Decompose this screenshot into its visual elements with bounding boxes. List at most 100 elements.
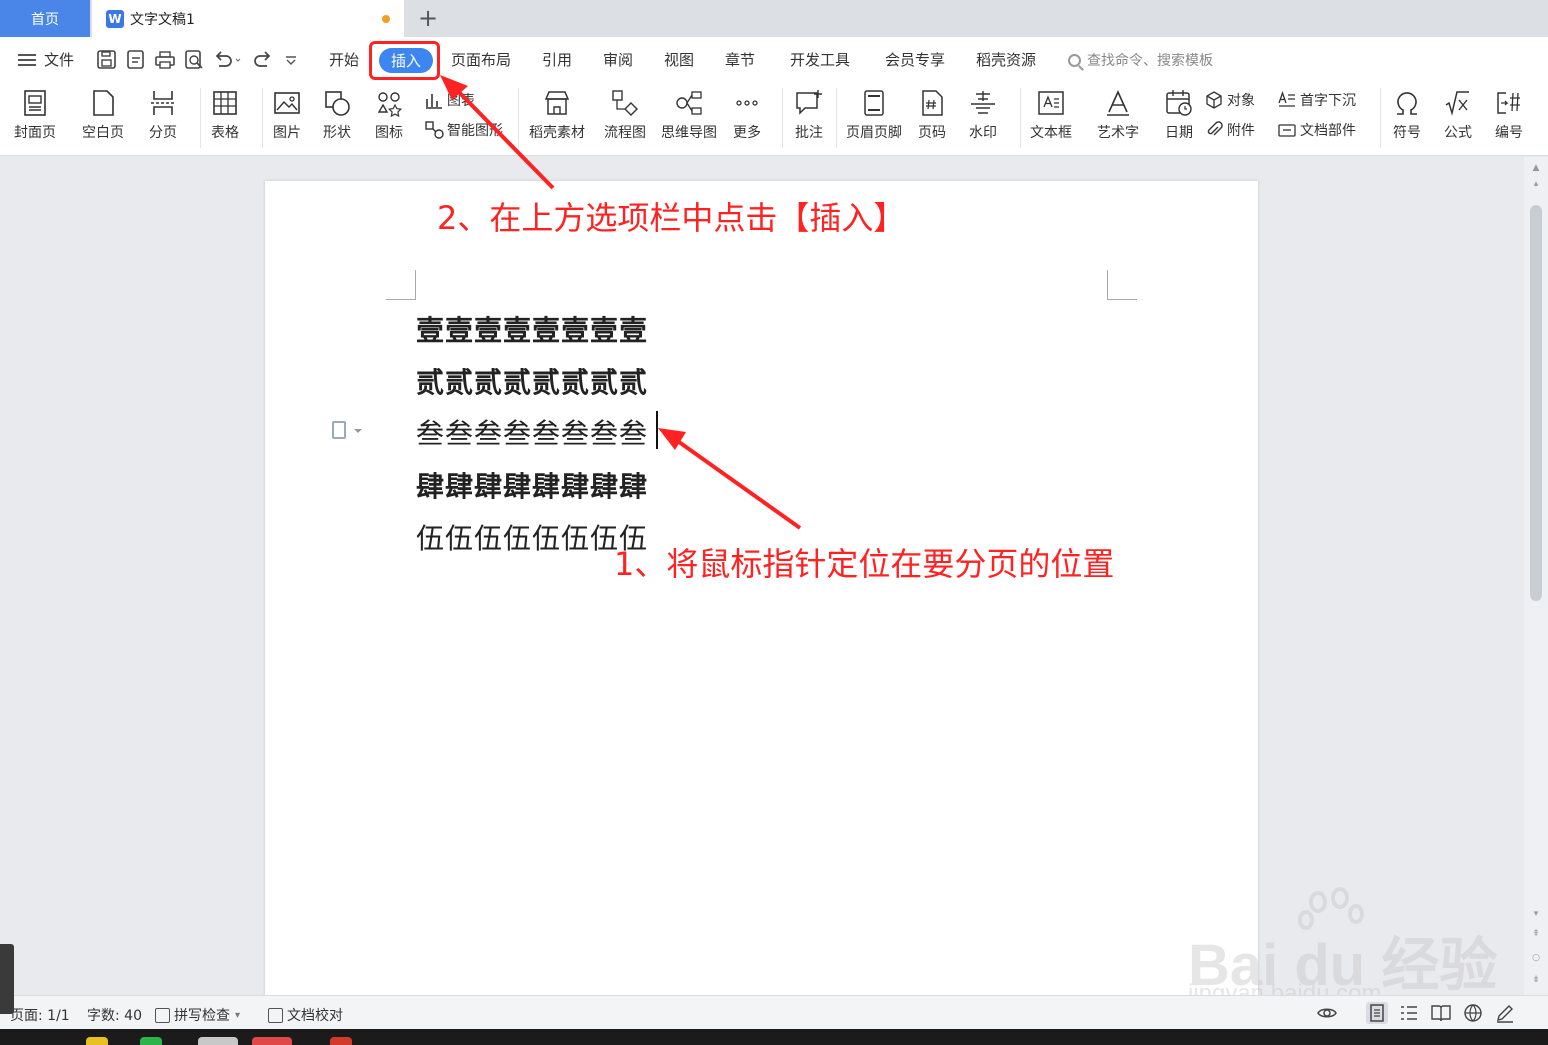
taskbar-app-icon[interactable] (86, 1037, 108, 1045)
flowchart-button[interactable]: 流程图 (604, 88, 646, 142)
document-line-2[interactable]: 贰贰贰贰贰贰贰贰 (416, 361, 648, 401)
unsaved-dot-icon (382, 15, 390, 23)
shape-button[interactable]: 形状 (322, 88, 352, 142)
paragraph-layout-icon[interactable] (332, 421, 362, 439)
date-button[interactable]: 日期 (1164, 88, 1194, 142)
taskbar-app-icon[interactable] (140, 1037, 162, 1045)
blank-page-icon (93, 90, 114, 116)
reading-view-icon[interactable] (1430, 1002, 1452, 1024)
blank-page-label: 空白页 (82, 125, 124, 141)
scroll-top-icon[interactable]: ▲ (1530, 163, 1542, 173)
write-mode-icon[interactable] (1494, 1002, 1516, 1024)
vertical-scrollbar[interactable]: ▲ ▴ ▾ ⇞ ○ ⇟ (1524, 157, 1548, 995)
icons-button[interactable]: 图标 (374, 88, 404, 142)
tab-section[interactable]: 章节 (725, 49, 755, 70)
smartart-button[interactable]: 智能图形 (424, 120, 503, 140)
status-bar: 页面: 1/1 字数: 40 拼写检查 ▾ 文档校对 (0, 995, 1548, 1029)
document-line-1[interactable]: 壹壹壹壹壹壹壹壹 (416, 309, 648, 349)
picture-button[interactable]: 图片 (272, 88, 302, 142)
command-search[interactable]: 查找命令、搜索模板 (1068, 50, 1213, 70)
wordart-icon (1107, 90, 1129, 116)
taskbar-app-icon[interactable] (198, 1037, 238, 1045)
docer-material-button[interactable]: 稻壳素材 (529, 88, 585, 142)
object-cube-icon (1206, 91, 1222, 109)
spellcheck-label: 拼写检查 (174, 1008, 230, 1024)
file-menu-button[interactable]: 文件 (18, 49, 74, 70)
docer-store-icon (544, 91, 570, 115)
taskbar-app-icon[interactable] (252, 1037, 292, 1045)
dropcap-icon (1278, 91, 1295, 107)
symbol-button[interactable]: 符号 (1392, 88, 1422, 142)
page-break-button[interactable]: 分页 (148, 88, 178, 142)
watermark-button[interactable]: 水印 (968, 88, 998, 142)
document-page[interactable] (265, 181, 1258, 995)
shape-icon (325, 91, 350, 116)
formula-button[interactable]: 公式 (1443, 88, 1473, 142)
tab-review[interactable]: 审阅 (603, 49, 633, 70)
writer-doc-icon: W (106, 9, 124, 28)
comment-icon (796, 90, 822, 115)
side-widget[interactable] (0, 944, 14, 1014)
taskbar-app-icon[interactable] (330, 1037, 352, 1045)
proofread-button[interactable]: 文档校对 (268, 1005, 343, 1025)
page-view-icon[interactable] (1366, 1002, 1388, 1024)
export-pdf-icon[interactable] (125, 50, 147, 70)
object-button[interactable]: 对象 (1204, 90, 1255, 110)
web-view-icon[interactable] (1462, 1002, 1484, 1024)
more-button[interactable]: 更多 (732, 88, 762, 142)
blank-page-button[interactable]: 空白页 (82, 88, 124, 142)
tab-view[interactable]: 视图 (664, 49, 694, 70)
attachment-button[interactable]: 附件 (1204, 120, 1255, 140)
document-line-3[interactable]: 叁叁叁叁叁叁叁叁 (416, 412, 648, 452)
scroll-up-icon[interactable]: ▴ (1530, 179, 1542, 189)
prev-page-icon[interactable]: ⇞ (1530, 929, 1542, 939)
mindmap-button[interactable]: 思维导图 (661, 88, 717, 142)
docpart-button[interactable]: 文档部件 (1277, 120, 1356, 140)
tab-document-label: 文字文稿1 (130, 11, 195, 28)
table-button[interactable]: 表格 (210, 88, 240, 142)
numbering-button[interactable]: 编号 (1494, 88, 1524, 142)
outline-view-icon[interactable] (1398, 1002, 1420, 1024)
tab-developer[interactable]: 开发工具 (790, 49, 850, 70)
scrollbar-thumb[interactable] (1530, 205, 1542, 601)
dropcap-button[interactable]: 首字下沉 (1277, 90, 1356, 110)
wordart-button[interactable]: 艺术字 (1097, 88, 1139, 142)
tab-references[interactable]: 引用 (542, 49, 572, 70)
tab-member[interactable]: 会员专享 (885, 49, 945, 70)
word-count[interactable]: 字数: 40 (87, 1005, 142, 1025)
margin-corner-mark (386, 270, 416, 300)
tab-document[interactable]: W 文字文稿1 (92, 0, 404, 37)
document-line-4[interactable]: 肆肆肆肆肆肆肆肆 (416, 465, 648, 505)
flowchart-label: 流程图 (604, 125, 646, 141)
next-page-icon[interactable]: ⇟ (1530, 975, 1542, 985)
quick-access-dropdown-icon[interactable] (283, 50, 299, 70)
redo-icon[interactable] (252, 50, 274, 70)
more-label: 更多 (733, 125, 761, 141)
print-preview-icon[interactable] (183, 50, 205, 70)
header-footer-icon (864, 90, 884, 116)
tab-docer-resources[interactable]: 稻壳资源 (976, 49, 1036, 70)
page-count[interactable]: 页面: 1/1 (10, 1005, 70, 1025)
scroll-down-icon[interactable]: ▾ (1530, 909, 1542, 919)
omega-icon (1397, 92, 1417, 115)
comment-button[interactable]: 批注 (794, 88, 824, 142)
spellcheck-button[interactable]: 拼写检查 ▾ (155, 1005, 240, 1025)
shape-label: 形状 (323, 125, 351, 141)
header-footer-button[interactable]: 页眉页脚 (846, 88, 902, 142)
tab-home[interactable]: 首页 (0, 0, 90, 37)
chart-button[interactable]: 图表 (424, 90, 475, 110)
select-browse-object-icon[interactable]: ○ (1530, 953, 1542, 963)
page-number-button[interactable]: 页码 (917, 88, 947, 142)
new-tab-button[interactable]: + (414, 4, 442, 32)
save-icon[interactable] (96, 50, 118, 70)
cover-page-button[interactable]: 封面页 (14, 88, 56, 142)
ribbon-divider (518, 88, 519, 148)
print-icon[interactable] (154, 50, 176, 70)
tab-page-layout[interactable]: 页面布局 (451, 49, 511, 70)
undo-icon[interactable] (212, 50, 242, 70)
icons-label: 图标 (375, 125, 403, 141)
ribbon-divider (1380, 88, 1381, 148)
textbox-button[interactable]: 文本框 (1030, 88, 1072, 142)
tab-start[interactable]: 开始 (329, 49, 359, 70)
eye-protection-icon[interactable] (1316, 1002, 1338, 1024)
